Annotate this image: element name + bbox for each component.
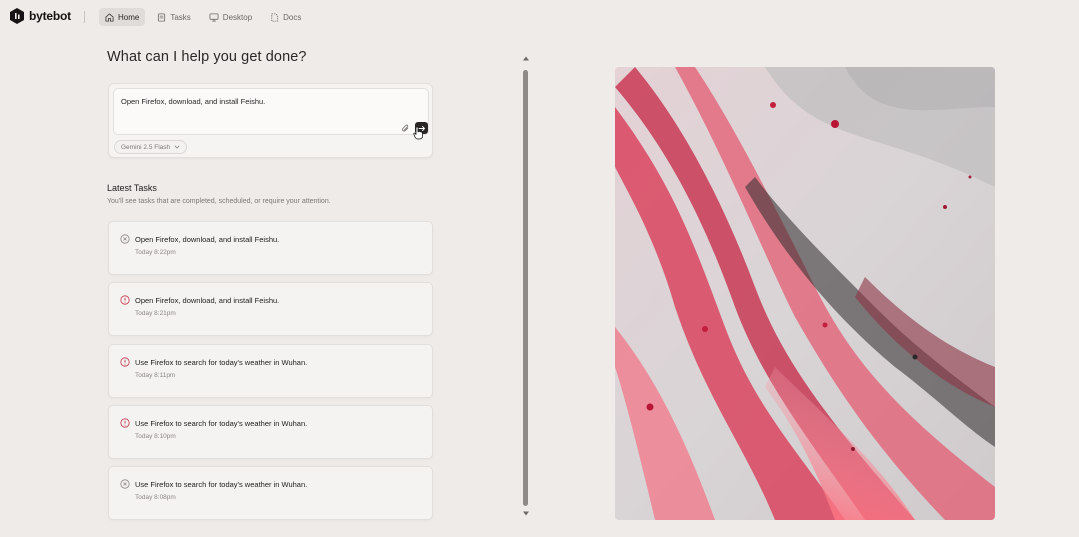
task-time: Today 8:11pm: [135, 372, 176, 379]
task-title: Use Firefox to search for today's weathe…: [135, 419, 308, 428]
scroll-up-arrow-icon[interactable]: [522, 55, 530, 62]
home-icon: [105, 12, 114, 22]
tasks-icon: [158, 12, 166, 22]
task-title: Use Firefox to search for today's weathe…: [135, 358, 308, 367]
task-time: Today 8:21pm: [135, 310, 176, 317]
prompt-input[interactable]: Open Firefox, download, and install Feis…: [113, 88, 429, 135]
desktop-icon: [209, 12, 219, 22]
brand-name: bytebot: [29, 9, 71, 23]
hand-cursor-icon: [413, 126, 423, 140]
alert-circle-icon: [120, 418, 130, 428]
task-title: Use Firefox to search for today's weathe…: [135, 480, 308, 489]
prompt-input-value: Open Firefox, download, and install Feis…: [121, 97, 266, 106]
nav-item-home[interactable]: Home: [99, 8, 146, 26]
model-select[interactable]: Gemini 2.5 Flash: [114, 140, 188, 154]
x-circle-icon: [120, 234, 130, 244]
scroll-down-arrow-icon[interactable]: [522, 510, 530, 517]
task-time: Today 8:10pm: [135, 433, 176, 440]
task-card[interactable]: Open Firefox, download, and install Feis…: [108, 221, 433, 275]
task-time: Today 8:08pm: [135, 494, 176, 501]
desktop-preview-image: [615, 67, 995, 520]
docs-icon: [271, 12, 279, 22]
task-card[interactable]: Use Firefox to search for today's weathe…: [108, 405, 433, 459]
nav-divider: [84, 11, 85, 23]
nav-item-label: Home: [118, 12, 140, 22]
task-title: Open Firefox, download, and install Feis…: [135, 235, 280, 244]
alert-circle-icon: [120, 357, 130, 367]
task-card[interactable]: Use Firefox to search for today's weathe…: [108, 466, 433, 520]
task-card[interactable]: Use Firefox to search for today's weathe…: [108, 344, 433, 398]
scrollbar-thumb[interactable]: [523, 70, 528, 506]
nav-item-label: Tasks: [170, 12, 191, 22]
bytebot-logo-icon: [10, 8, 24, 24]
top-nav: bytebot Home Tasks Desktop Docs: [0, 0, 1079, 34]
x-circle-icon: [120, 479, 130, 489]
task-card[interactable]: Open Firefox, download, and install Feis…: [108, 282, 433, 336]
nav-item-desktop[interactable]: Desktop: [203, 8, 258, 26]
alert-circle-icon: [120, 295, 130, 305]
task-title: Open Firefox, download, and install Feis…: [135, 296, 280, 305]
model-select-value: Gemini 2.5 Flash: [121, 143, 171, 151]
nav-item-tasks[interactable]: Tasks: [151, 8, 196, 26]
chevron-down-icon: [174, 145, 180, 149]
nav-items: Home Tasks Desktop Docs: [99, 8, 307, 26]
prompt-card: Open Firefox, download, and install Feis…: [108, 83, 433, 158]
nav-item-label: Desktop: [222, 12, 253, 22]
paperclip-icon[interactable]: [401, 124, 410, 133]
task-time: Today 8:22pm: [135, 249, 176, 256]
logo[interactable]: bytebot: [10, 8, 71, 24]
latest-tasks-subtitle: You'll see tasks that are completed, sch…: [107, 198, 331, 205]
latest-tasks-title: Latest Tasks: [107, 183, 157, 193]
page-title: What can I help you get done?: [107, 49, 307, 65]
nav-item-label: Docs: [283, 12, 302, 22]
nav-item-docs[interactable]: Docs: [264, 8, 307, 26]
